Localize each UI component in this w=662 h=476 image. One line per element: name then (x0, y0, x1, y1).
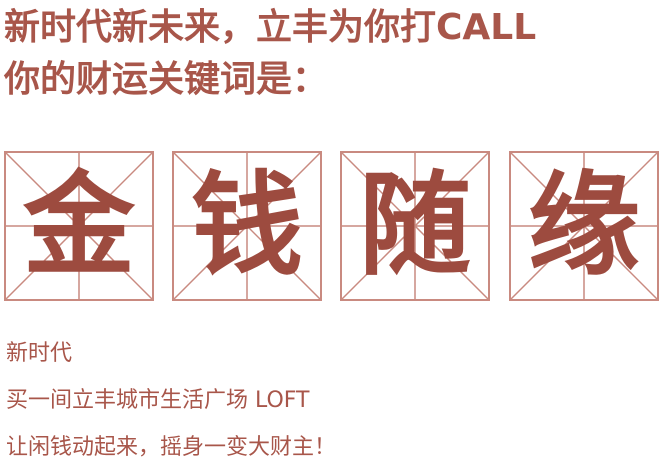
body-line-1: 新时代 (6, 341, 73, 366)
keyword-character: 金 (23, 160, 135, 291)
keyword-character: 随 (359, 160, 471, 291)
keyword-cell: 随 (340, 151, 490, 301)
keyword-grid: 金 钱 随 缘 (4, 151, 660, 303)
keyword-cell: 钱 (172, 151, 322, 301)
body-text: 新时代 买一间立丰城市生活广场 LOFT 让闲钱动起来，摇身一变大财主！ (6, 330, 336, 471)
body-line-3: 让闲钱动起来，摇身一变大财主！ (6, 435, 337, 460)
keyword-character: 缘 (528, 160, 640, 291)
keyword-cell: 金 (4, 151, 154, 301)
body-line-2: 买一间立丰城市生活广场 LOFT (6, 388, 310, 413)
headline: 新时代新未来，立丰为你打CALL 你的财运关键词是： (4, 2, 536, 106)
headline-line-2: 你的财运关键词是： (4, 59, 329, 100)
keyword-cell: 缘 (509, 151, 659, 301)
keyword-character: 钱 (191, 160, 303, 291)
headline-line-1: 新时代新未来，立丰为你打CALL (4, 7, 537, 48)
